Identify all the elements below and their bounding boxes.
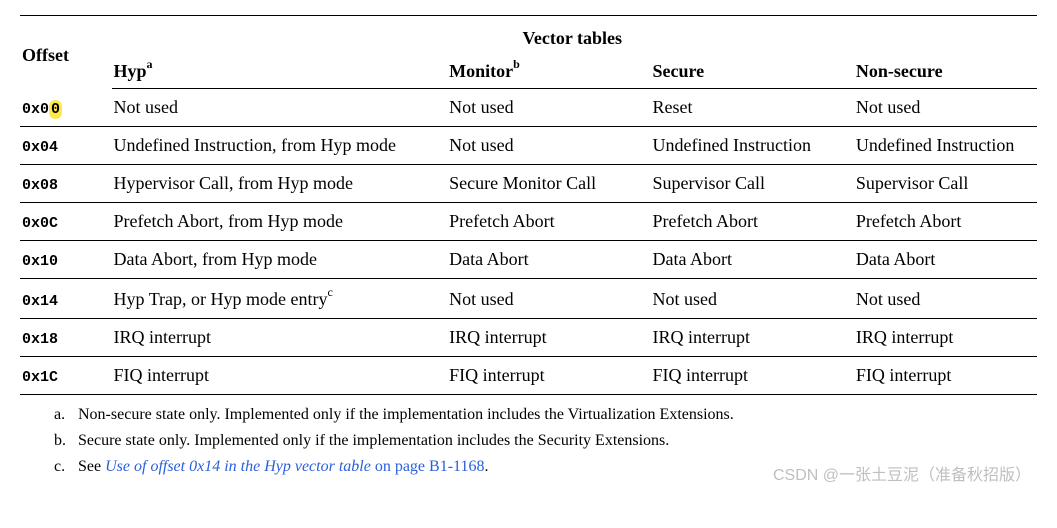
- table-row: 0x0CPrefetch Abort, from Hyp modePrefetc…: [20, 203, 1037, 241]
- value-cell: IRQ interrupt: [854, 319, 1037, 357]
- value-cell: Prefetch Abort: [651, 203, 854, 241]
- value-cell: Data Abort: [447, 241, 650, 279]
- table-row: 0x08Hypervisor Call, from Hyp modeSecure…: [20, 165, 1037, 203]
- value-cell: Supervisor Call: [854, 165, 1037, 203]
- value-cell: Not used: [447, 127, 650, 165]
- value-cell: Prefetch Abort: [854, 203, 1037, 241]
- value-cell: Not used: [447, 279, 650, 319]
- col-secure-header: Secure: [651, 51, 854, 89]
- value-cell: IRQ interrupt: [447, 319, 650, 357]
- col-monitor-header: Monitorb: [447, 51, 650, 89]
- footnote-marker: a.: [54, 403, 68, 426]
- value-cell: Not used: [854, 279, 1037, 319]
- highlight-marker: 0: [49, 100, 62, 119]
- value-cell: Prefetch Abort: [447, 203, 650, 241]
- value-cell: Not used: [112, 89, 448, 127]
- top-rule: [20, 15, 1037, 16]
- vector-tables: Offset Vector tables Hypa Monitorb Secur…: [20, 20, 1037, 395]
- value-cell: FIQ interrupt: [112, 357, 448, 395]
- value-cell: Undefined Instruction, from Hyp mode: [112, 127, 448, 165]
- value-cell: Not used: [447, 89, 650, 127]
- value-cell: FIQ interrupt: [447, 357, 650, 395]
- value-cell: Undefined Instruction: [854, 127, 1037, 165]
- col-hyp-header: Hypa: [112, 51, 448, 89]
- footnote-marker: c.: [54, 455, 68, 478]
- offset-cell: 0x08: [20, 165, 112, 203]
- table-row: 0x04Undefined Instruction, from Hyp mode…: [20, 127, 1037, 165]
- footnote-text: Secure state only. Implemented only if t…: [78, 429, 669, 452]
- value-cell: IRQ interrupt: [651, 319, 854, 357]
- footnote-text: Non-secure state only. Implemented only …: [78, 403, 734, 426]
- offset-cell: 0x0C: [20, 203, 112, 241]
- table-row: 0x00Not usedNot usedResetNot used: [20, 89, 1037, 127]
- value-cell: Data Abort: [854, 241, 1037, 279]
- value-cell: FIQ interrupt: [854, 357, 1037, 395]
- footnote-link-tail[interactable]: on page B1-1168: [371, 458, 485, 475]
- value-cell: Data Abort, from Hyp mode: [112, 241, 448, 279]
- value-cell: IRQ interrupt: [112, 319, 448, 357]
- footnote: b. Secure state only. Implemented only if…: [54, 429, 1037, 452]
- value-cell: Data Abort: [651, 241, 854, 279]
- vector-table: Offset Vector tables Hypa Monitorb Secur…: [20, 20, 1037, 395]
- value-cell: Prefetch Abort, from Hyp mode: [112, 203, 448, 241]
- value-cell: Hypervisor Call, from Hyp mode: [112, 165, 448, 203]
- value-cell: Secure Monitor Call: [447, 165, 650, 203]
- value-cell: Not used: [651, 279, 854, 319]
- footnote-link[interactable]: Use of offset 0x14 in the Hyp vector tab…: [105, 458, 371, 475]
- watermark: CSDN @一张土豆泥（准备秋招版）: [773, 461, 1031, 485]
- col-nonsecure-header: Non-secure: [854, 51, 1037, 89]
- table-row: 0x14Hyp Trap, or Hyp mode entrycNot used…: [20, 279, 1037, 319]
- table-row: 0x18IRQ interruptIRQ interruptIRQ interr…: [20, 319, 1037, 357]
- footnote-text: See Use of offset 0x14 in the Hyp vector…: [78, 455, 488, 478]
- offset-cell: 0x00: [20, 89, 112, 127]
- value-cell: Undefined Instruction: [651, 127, 854, 165]
- offset-cell: 0x1C: [20, 357, 112, 395]
- table-title: Vector tables: [112, 20, 1037, 51]
- offset-cell: 0x18: [20, 319, 112, 357]
- value-cell: Supervisor Call: [651, 165, 854, 203]
- table-row: 0x10Data Abort, from Hyp modeData AbortD…: [20, 241, 1037, 279]
- footnote-marker: b.: [54, 429, 68, 452]
- offset-cell: 0x14: [20, 279, 112, 319]
- offset-cell: 0x04: [20, 127, 112, 165]
- value-cell: Reset: [651, 89, 854, 127]
- value-cell: Hyp Trap, or Hyp mode entryc: [112, 279, 448, 319]
- value-cell: Not used: [854, 89, 1037, 127]
- offset-cell: 0x10: [20, 241, 112, 279]
- col-offset-header: Offset: [20, 20, 112, 89]
- table-row: 0x1CFIQ interruptFIQ interruptFIQ interr…: [20, 357, 1037, 395]
- value-cell: FIQ interrupt: [651, 357, 854, 395]
- footnote: a. Non-secure state only. Implemented onl…: [54, 403, 1037, 426]
